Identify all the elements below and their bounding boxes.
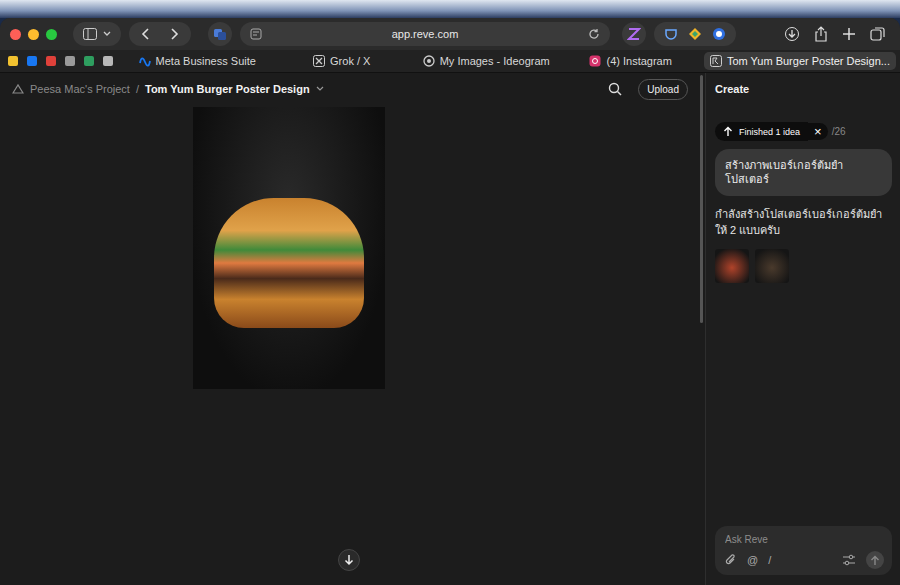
extension-button[interactable] [622,22,646,46]
tab-label: Grok / X [330,55,370,67]
browser-tab[interactable]: My Images - Ideogram [415,50,557,72]
panel-divider[interactable] [698,73,706,585]
url-text: app.reve.com [268,28,582,40]
chevron-down-icon[interactable] [316,86,324,92]
favorite-icon[interactable] [103,56,113,66]
arrow-down-icon [343,554,355,566]
tab-label: My Images - Ideogram [440,55,550,67]
tab-label: Tom Yum Burger Poster Design... [727,55,890,67]
prompt-tools: @/ [725,551,884,569]
zoom-button[interactable] [46,29,57,40]
prompt-box: @/ [715,526,892,575]
status-chip[interactable]: Finished 1 idea [715,122,808,141]
favorite-icon[interactable] [65,56,75,66]
browser-tab[interactable]: Grok / X [270,50,412,72]
page-icon [250,28,262,40]
upload-button[interactable]: Upload [638,79,688,100]
meta-icon [139,55,151,67]
browser-window: app.reve.comMeta Business SuiteGrok / XM… [0,18,900,585]
app-logo-icon[interactable] [12,83,24,95]
sidebar-button[interactable] [73,22,121,46]
browser-tab[interactable]: Tom Yum Burger Poster Design... [704,52,896,70]
new-tab-icon[interactable] [842,27,856,41]
pocket-icon[interactable] [664,27,678,41]
diamond-icon[interactable] [688,27,702,41]
poster-image[interactable] [193,107,385,389]
status-text: Finished 1 idea [739,127,800,137]
settings-sliders-icon[interactable] [842,554,856,566]
favorite-icon[interactable] [8,56,18,66]
send-button[interactable] [866,551,884,569]
tab-bar: Meta Business Suite Grok / X My Images - I… [0,50,900,72]
project-link[interactable]: Peesa Mac's Project [30,83,130,95]
arrow-up-icon [723,126,733,137]
wallpaper [0,0,900,18]
forward-icon[interactable] [169,28,179,40]
browser-tab[interactable]: (4) Instagram [559,50,701,72]
tab-label: Meta Business Suite [156,55,256,67]
result-thumbnail[interactable] [715,249,749,283]
close-chip-button[interactable]: × [808,123,828,140]
extensions [622,22,736,46]
reve-icon [710,55,722,67]
project-title[interactable]: Tom Yum Burger Poster Design [145,83,310,95]
chat-messages: สร้างภาพเบอร์เกอร์ต้มยำ โปสเตอร์กำลังสร้… [715,149,892,526]
share-icon[interactable] [814,26,828,42]
user-message: สร้างภาพเบอร์เกอร์ต้มยำ โปสเตอร์ [715,149,892,196]
scrollbar-thumb[interactable] [700,75,703,323]
reve-app: Peesa Mac's Project / Tom Yum Burger Poste… [0,72,900,585]
extension-icon [627,27,641,41]
ideogram-icon [423,55,435,67]
breadcrumb-separator: / [136,83,139,95]
panel-title: Create [715,83,892,95]
extension-buttons [654,22,736,46]
browser-tab[interactable]: Meta Business Suite [126,50,268,72]
favorites-bar [8,50,124,72]
minimize-button[interactable] [28,29,39,40]
close-button[interactable] [10,29,21,40]
toolbar-actions [784,26,886,42]
search-icon[interactable] [608,82,622,96]
idea-counter: /26 [832,126,846,137]
window-controls [10,29,57,40]
sidebar-icon [83,28,97,40]
reload-icon[interactable] [588,28,600,40]
result-thumbnail[interactable] [755,249,789,283]
favorite-icon[interactable] [27,56,37,66]
instagram-icon [589,55,601,67]
scroll-down-button[interactable] [338,549,360,571]
favorite-icon[interactable] [84,56,94,66]
tab-label: (4) Instagram [606,55,671,67]
paperclip-icon[interactable] [725,553,737,567]
prompt-tool[interactable]: @ [747,554,758,566]
favorite-icon[interactable] [46,56,56,66]
prompt-input[interactable] [725,534,884,545]
address-bar[interactable]: app.reve.com [240,22,610,46]
result-thumbnails [715,249,892,283]
translate-icon [213,27,227,41]
canvas [0,105,698,585]
x-logo-icon [313,55,325,67]
circle-extension-icon[interactable] [712,27,726,41]
create-panel: Create Finished 1 idea × /26 สร้างภาพเบอร์เก… [706,73,900,585]
tab-overview-icon[interactable] [870,26,886,42]
browser-toolbar: app.reve.com [0,18,900,50]
burger-photo [214,198,364,328]
user-message-row: สร้างภาพเบอร์เกอร์ต้มยำ โปสเตอร์ [715,149,892,196]
back-icon[interactable] [141,28,151,40]
arrow-up-icon [870,555,880,566]
download-icon[interactable] [784,26,800,42]
prompt-tool[interactable]: / [768,554,771,566]
translate-button[interactable] [208,22,232,46]
chevron-down-icon [103,31,111,37]
status-row: Finished 1 idea × /26 [715,122,892,141]
navigation-buttons [129,22,191,46]
project-header: Peesa Mac's Project / Tom Yum Burger Poste… [0,73,698,105]
desktop: app.reve.comMeta Business SuiteGrok / XM… [0,0,900,585]
assistant-message: กำลังสร้างโปสเตอร์เบอร์เกอร์ต้มยำให้ 2 แ… [715,206,892,239]
workspace: Peesa Mac's Project / Tom Yum Burger Poste… [0,73,698,585]
